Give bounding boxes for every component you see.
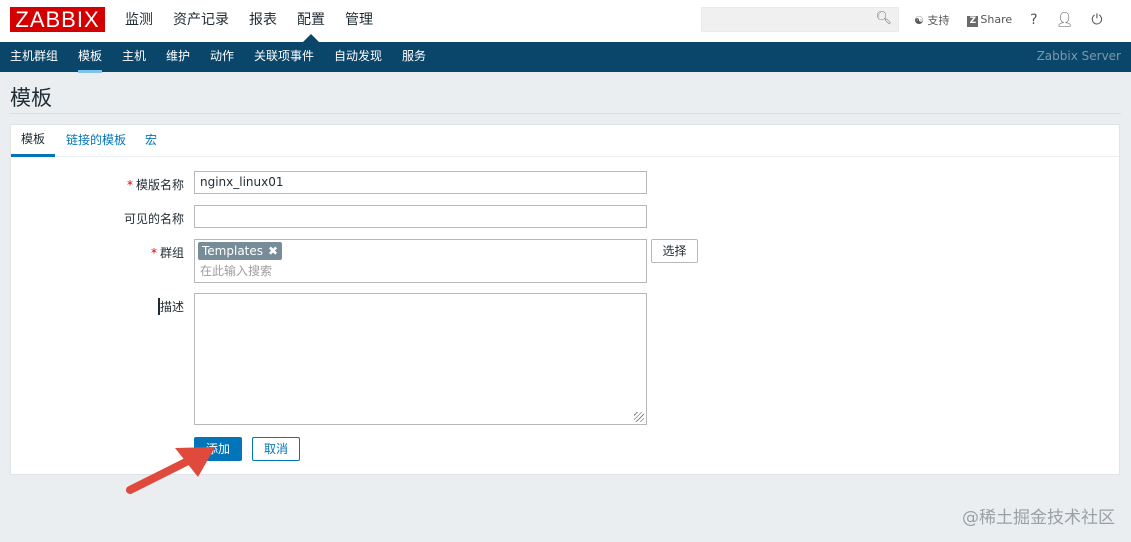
tab-template[interactable]: 模板 xyxy=(11,125,56,157)
nav-hosts[interactable]: 主机 xyxy=(122,42,146,71)
description-label: 描述 xyxy=(157,298,184,315)
form-tabs: 模板 链接的模板 宏 xyxy=(11,125,1119,157)
watermark: @稀土掘金技术社区 xyxy=(962,508,1115,528)
group-chip-templates: Templates ✖ xyxy=(198,242,283,260)
nav-services[interactable]: 服务 xyxy=(402,42,426,71)
description-textarea[interactable] xyxy=(194,293,647,425)
groups-search-placeholder[interactable]: 在此输入搜索 xyxy=(200,262,641,280)
headset-icon: ☯︎ xyxy=(914,14,924,27)
menu-administration[interactable]: 管理 xyxy=(345,0,373,40)
help-button[interactable]: ? xyxy=(1030,12,1037,28)
select-groups-button[interactable]: 选择 xyxy=(651,239,698,263)
nav-event-correlation[interactable]: 关联项事件 xyxy=(254,42,314,71)
groups-label: * 群组 xyxy=(150,246,184,260)
zabbix-logo[interactable]: ZABBIX xyxy=(10,7,105,32)
red-arrow-annotation-icon xyxy=(126,447,215,494)
nav-discovery[interactable]: 自动发现 xyxy=(334,42,382,71)
menu-inventory[interactable]: 资产记录 xyxy=(173,0,229,40)
cancel-button[interactable]: 取消 xyxy=(252,437,300,461)
top-header: ZABBIX 监测 资产记录 报表 配置 管理 🔍︎ ☯︎ 支持 Z Share … xyxy=(0,0,1131,42)
share-link[interactable]: Z Share xyxy=(967,13,1012,27)
visible-name-input[interactable] xyxy=(194,205,647,228)
nav-host-groups[interactable]: 主机群组 xyxy=(10,42,58,71)
menu-monitoring[interactable]: 监测 xyxy=(125,0,153,40)
page-title: 模板 xyxy=(10,86,52,110)
title-divider xyxy=(10,113,1121,114)
global-search-input[interactable]: 🔍︎ xyxy=(701,7,899,32)
sign-out-power-icon[interactable]: ⏻︎ xyxy=(1091,12,1102,28)
template-name-input[interactable]: nginx_linux01 xyxy=(194,171,647,194)
sub-navigation: 主机群组 模板 主机 维护 动作 关联项事件 自动发现 服务 Zabbix Se… xyxy=(0,42,1131,73)
tab-macros[interactable]: 宏 xyxy=(145,125,157,155)
nav-actions[interactable]: 动作 xyxy=(210,42,234,71)
resize-handle-icon[interactable] xyxy=(634,412,644,422)
main-menu: 监测 资产记录 报表 配置 管理 xyxy=(125,0,393,42)
share-z-icon: Z xyxy=(967,16,979,27)
server-name: Zabbix Server xyxy=(1036,49,1121,63)
search-icon[interactable]: 🔍︎ xyxy=(875,11,892,26)
menu-reports[interactable]: 报表 xyxy=(249,0,277,40)
menu-configuration[interactable]: 配置 xyxy=(297,0,325,42)
template-form-panel: 模板 链接的模板 宏 * 模版名称 nginx_linux01 可见的名称 * 群组… xyxy=(10,124,1120,475)
user-profile-icon[interactable]: 👤︎ xyxy=(1056,12,1074,28)
nav-templates[interactable]: 模板 xyxy=(78,42,103,73)
template-name-label: * 模版名称 xyxy=(126,178,184,192)
remove-chip-icon[interactable]: ✖ xyxy=(268,244,278,258)
visible-name-label: 可见的名称 xyxy=(123,212,184,226)
nav-maintenance[interactable]: 维护 xyxy=(166,42,190,71)
support-link[interactable]: ☯︎ 支持 xyxy=(914,12,949,28)
groups-multiselect[interactable]: Templates ✖ 在此输入搜索 xyxy=(194,239,647,283)
tab-linked-templates[interactable]: 链接的模板 xyxy=(66,125,126,155)
